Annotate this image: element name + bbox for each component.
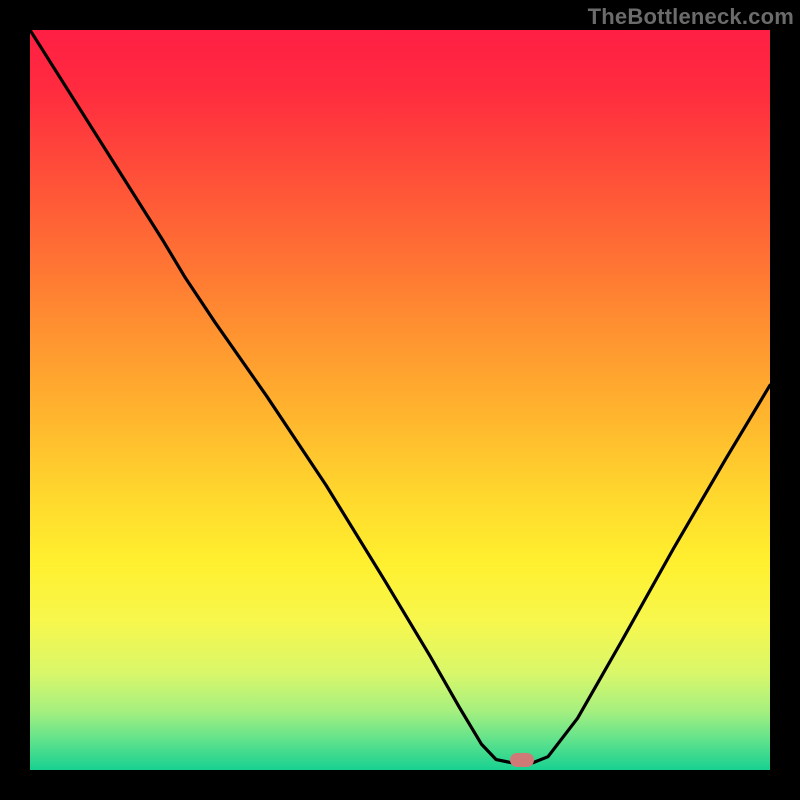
chart-frame: TheBottleneck.com [0, 0, 800, 800]
bottleneck-curve [30, 30, 770, 770]
watermark-text: TheBottleneck.com [588, 4, 794, 30]
optimal-point-marker [510, 753, 534, 767]
gradient-plot-area [30, 30, 770, 770]
